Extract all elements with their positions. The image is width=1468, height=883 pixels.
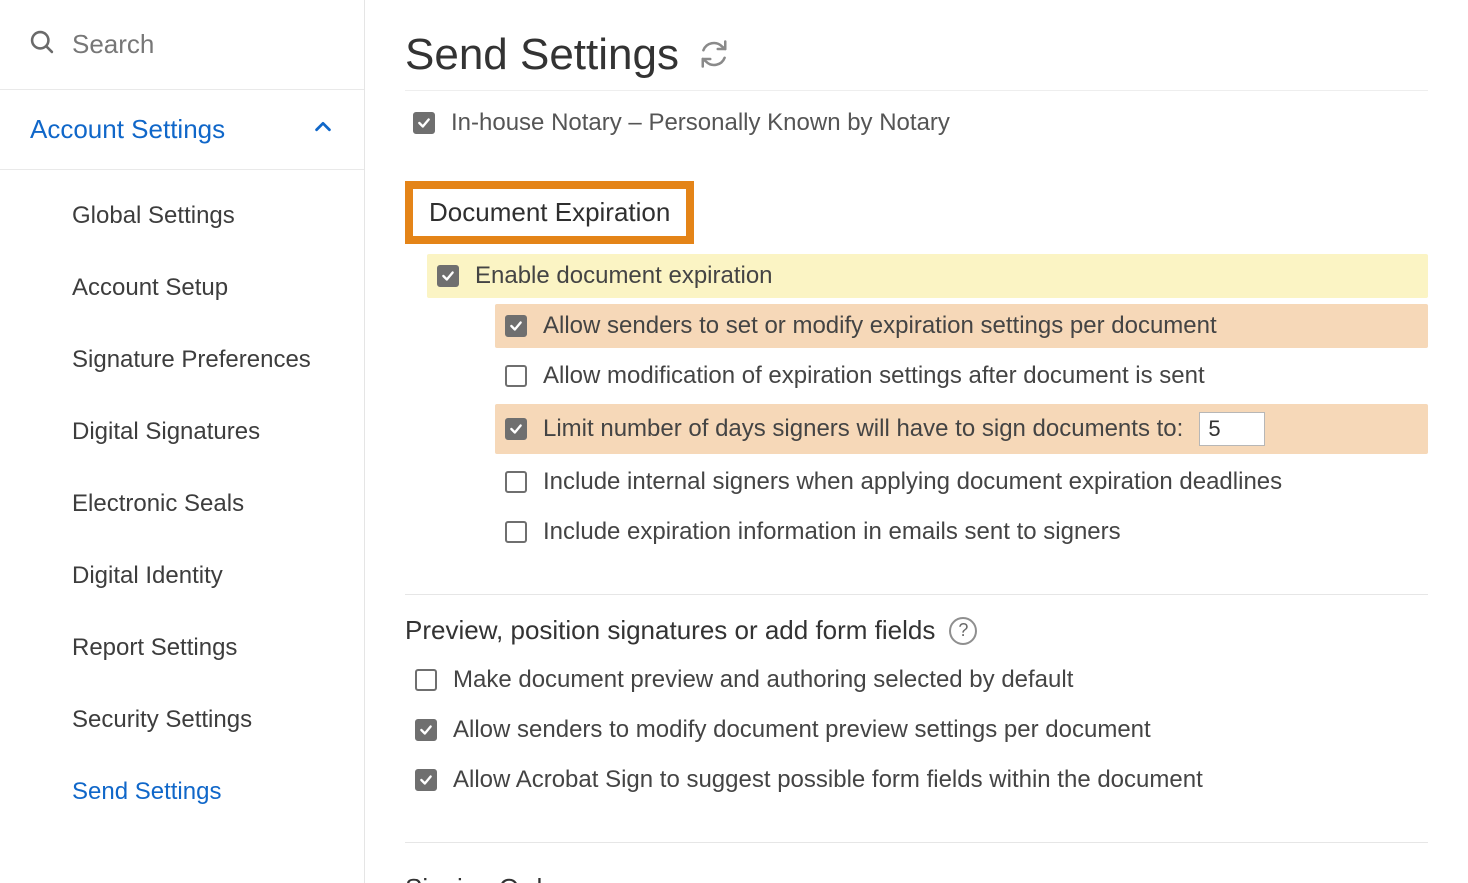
chevron-up-icon xyxy=(312,116,334,143)
sidebar-item-signature-preferences[interactable]: Signature Preferences xyxy=(0,324,364,396)
checkbox-icon xyxy=(437,265,459,287)
preview-heading: Preview, position signatures or add form… xyxy=(405,615,1428,646)
sidebar-item-electronic-seals[interactable]: Electronic Seals xyxy=(0,468,364,540)
allow-per-document-option[interactable]: Allow senders to set or modify expiratio… xyxy=(495,304,1428,348)
option-label: Allow senders to set or modify expiratio… xyxy=(543,312,1217,340)
nav-label: Global Settings xyxy=(72,202,235,229)
option-label: Limit number of days signers will have t… xyxy=(543,415,1183,443)
nav-label: Digital Identity xyxy=(72,562,223,589)
account-settings-label: Account Settings xyxy=(30,114,225,145)
option-label: Allow Acrobat Sign to suggest possible f… xyxy=(453,766,1203,794)
inhouse-notary-option[interactable]: In-house Notary – Personally Known by No… xyxy=(405,90,1428,147)
nav-label: Electronic Seals xyxy=(72,490,244,517)
sidebar-nav: Global Settings Account Setup Signature … xyxy=(0,170,364,846)
app-root: Search Account Settings Global Settings … xyxy=(0,0,1468,883)
nav-label: Signature Preferences xyxy=(72,346,311,373)
document-expiration-section: Document Expiration Enable document expi… xyxy=(405,181,1428,554)
section-divider xyxy=(405,594,1428,595)
help-icon[interactable]: ? xyxy=(949,617,977,645)
option-label: Allow modification of expiration setting… xyxy=(543,362,1205,390)
document-expiration-heading: Document Expiration xyxy=(405,181,694,244)
heading-text: Preview, position signatures or add form… xyxy=(405,615,935,646)
make-default-option[interactable]: Make document preview and authoring sele… xyxy=(405,658,1428,702)
sidebar-item-account-setup[interactable]: Account Setup xyxy=(0,252,364,324)
search-input[interactable]: Search xyxy=(0,0,364,90)
search-placeholder: Search xyxy=(72,29,154,60)
checkbox-icon xyxy=(415,769,437,791)
account-settings-toggle[interactable]: Account Settings xyxy=(0,90,364,170)
sidebar: Search Account Settings Global Settings … xyxy=(0,0,365,883)
sidebar-item-digital-signatures[interactable]: Digital Signatures xyxy=(0,396,364,468)
checkbox-icon xyxy=(505,315,527,337)
checkbox-icon xyxy=(505,365,527,387)
section-divider xyxy=(405,842,1428,843)
sidebar-item-digital-identity[interactable]: Digital Identity xyxy=(0,540,364,612)
nav-label: Digital Signatures xyxy=(72,418,260,445)
page-title-text: Send Settings xyxy=(405,30,679,80)
checkbox-icon xyxy=(413,112,435,134)
sidebar-item-security-settings[interactable]: Security Settings xyxy=(0,684,364,756)
signing-order-heading: Signing Order xyxy=(405,873,1428,883)
sidebar-item-send-settings[interactable]: Send Settings xyxy=(0,756,364,828)
allow-modify-preview-option[interactable]: Allow senders to modify document preview… xyxy=(405,708,1428,752)
option-label: Include internal signers when applying d… xyxy=(543,468,1282,496)
main-content: Send Settings In-house Notary – Personal… xyxy=(365,0,1468,883)
preview-section: Preview, position signatures or add form… xyxy=(405,615,1428,802)
limit-days-input[interactable] xyxy=(1199,412,1265,446)
search-icon xyxy=(28,28,56,61)
refresh-icon[interactable] xyxy=(699,30,729,80)
nav-label: Account Setup xyxy=(72,274,228,301)
nav-label: Security Settings xyxy=(72,706,252,733)
include-email-info-option[interactable]: Include expiration information in emails… xyxy=(495,510,1428,554)
sidebar-item-report-settings[interactable]: Report Settings xyxy=(0,612,364,684)
suggest-fields-option[interactable]: Allow Acrobat Sign to suggest possible f… xyxy=(405,758,1428,802)
option-label: In-house Notary – Personally Known by No… xyxy=(451,109,950,137)
option-label: Make document preview and authoring sele… xyxy=(453,666,1073,694)
page-title: Send Settings xyxy=(405,30,1428,80)
nav-label: Send Settings xyxy=(72,778,221,805)
option-label: Include expiration information in emails… xyxy=(543,518,1121,546)
checkbox-icon xyxy=(505,521,527,543)
limit-days-option[interactable]: Limit number of days signers will have t… xyxy=(495,404,1428,454)
checkbox-icon xyxy=(505,418,527,440)
option-label: Allow senders to modify document preview… xyxy=(453,716,1151,744)
checkbox-icon xyxy=(505,471,527,493)
option-label: Enable document expiration xyxy=(475,262,773,290)
checkbox-icon xyxy=(415,669,437,691)
include-internal-signers-option[interactable]: Include internal signers when applying d… xyxy=(495,460,1428,504)
enable-document-expiration-option[interactable]: Enable document expiration xyxy=(427,254,1428,298)
nav-label: Report Settings xyxy=(72,634,237,661)
sidebar-item-global-settings[interactable]: Global Settings xyxy=(0,180,364,252)
checkbox-icon xyxy=(415,719,437,741)
allow-after-send-option[interactable]: Allow modification of expiration setting… xyxy=(495,354,1428,398)
